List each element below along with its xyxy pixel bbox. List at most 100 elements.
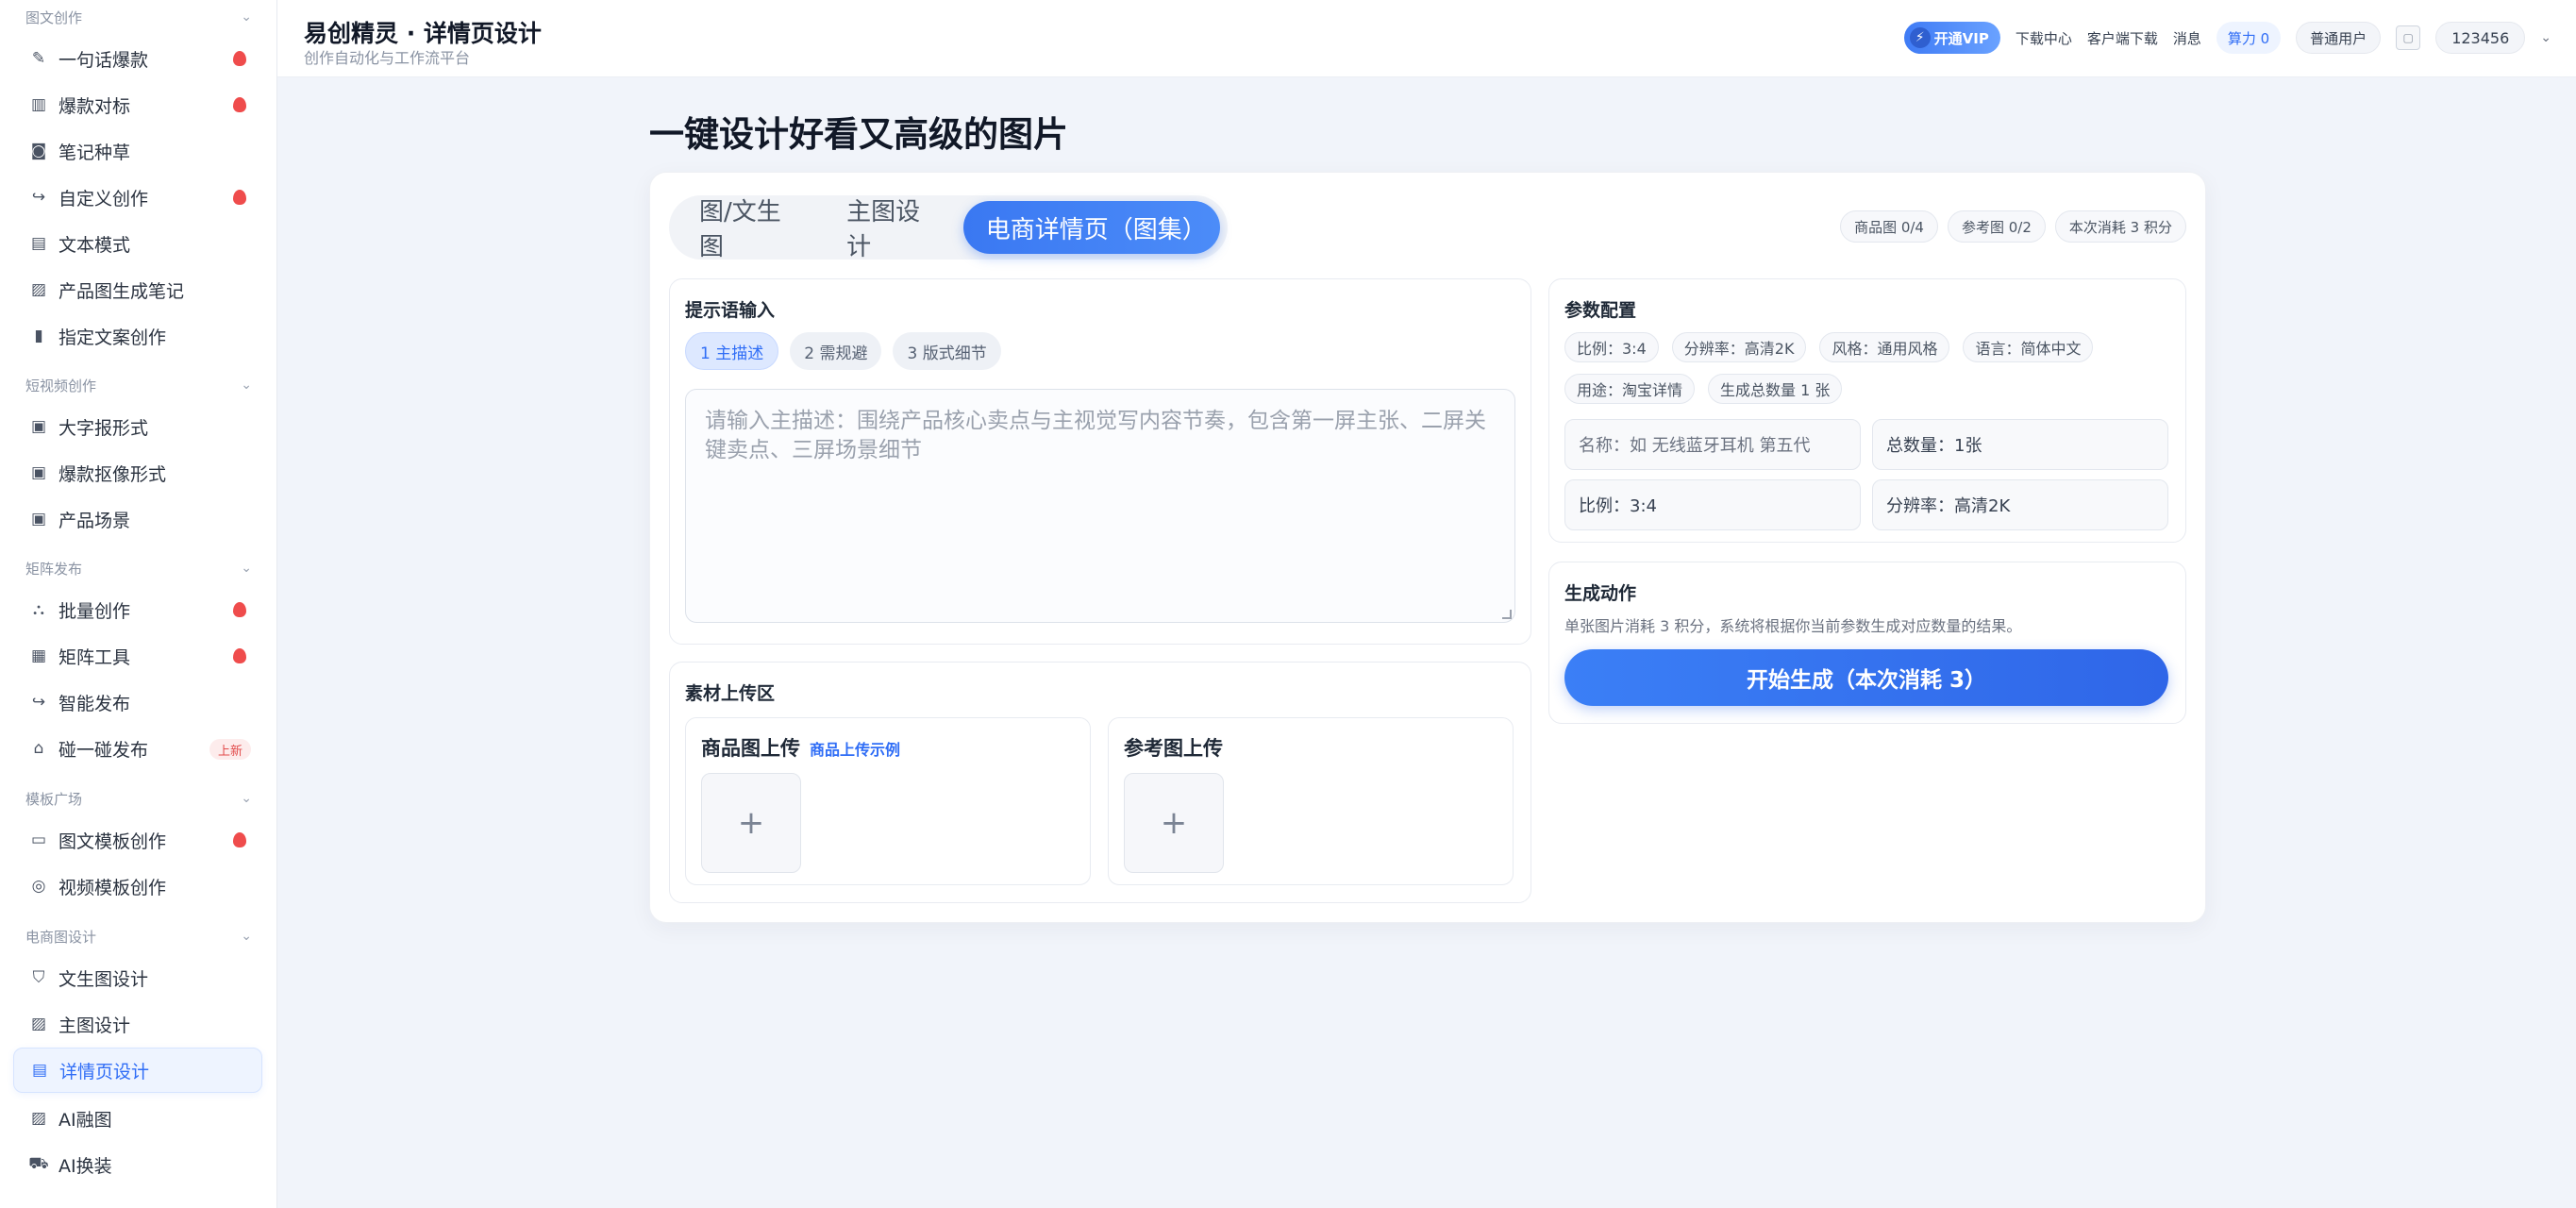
params-title: 参数配置 (1564, 300, 1637, 321)
sidebar-item-matrix-tools[interactable]: ▦ 矩阵工具 (13, 633, 262, 679)
sidebar-item-label: 主图设计 (59, 1015, 131, 1036)
calendar-icon: ▣ (30, 417, 47, 436)
param-chip-ratio[interactable]: 比例：3:4 (1564, 332, 1659, 362)
ratio-select[interactable]: 比例：3:4 (1564, 479, 1861, 530)
calendar-icon: ▣ (30, 463, 47, 482)
sidebar-item-label: 碰一碰发布 (59, 739, 149, 761)
section-title: 模板广场 (25, 790, 83, 808)
sidebar-item-copywriting[interactable]: ▮ 指定文案创作 (13, 313, 262, 359)
param-chip-resolution[interactable]: 分辨率：高清2K (1671, 332, 1807, 362)
bar-chart-icon: ▥ (30, 95, 47, 114)
pencil-icon: ✎ (31, 49, 46, 68)
sidebar-item-tap-publish[interactable]: ⌂ 碰一碰发布 上新 (13, 726, 262, 771)
param-chip-style[interactable]: 风格：通用风格 (1819, 332, 1950, 362)
start-generate-button[interactable]: 开始生成（本次消耗 3） (1564, 649, 2168, 706)
section-title: 图文创作 (25, 8, 83, 26)
sidebar-item-smart-publish[interactable]: ↪ 智能发布 (13, 680, 262, 725)
sidebar-item-cutout[interactable]: ▣ 爆款抠像形式 (13, 450, 262, 495)
picture-icon: ▨ (30, 1015, 47, 1033)
sidebar-item-notes[interactable]: ◙ 笔记种草 (13, 128, 262, 174)
param-chip-usage[interactable]: 用途：淘宝详情 (1564, 374, 1696, 404)
new-badge: 上新 (209, 739, 251, 760)
param-chip-total[interactable]: 生成总数量 1 张 (1708, 374, 1843, 404)
sidebar-item-label: 文生图设计 (59, 968, 149, 990)
client-download-link[interactable]: 客户端下载 (2087, 28, 2158, 48)
resolution-select[interactable]: 分辨率：高清2K (1872, 479, 2168, 530)
design-card: 图/文生图 主图设计 电商详情页（图集） 商品图 0/4 参考图 0/2 本次消… (649, 172, 2206, 923)
hot-icon (230, 600, 249, 619)
sidebar-item-label: 爆款抠像形式 (59, 463, 167, 485)
tab-text-image[interactable]: 图/文生图 (677, 198, 824, 261)
sidebar-item-one-sentence[interactable]: ✎ 一句话爆款 (13, 36, 262, 81)
lightning-icon: ⚡ (1909, 27, 1931, 48)
download-center-link[interactable]: 下载中心 (2016, 28, 2072, 48)
product-upload-example-link[interactable]: 商品上传示例 (810, 737, 900, 760)
step-avoid[interactable]: 2 需规避 (790, 332, 882, 370)
sidebar-item-ai-blend[interactable]: ▨ AI融图 (13, 1096, 262, 1141)
sidebar-section-short-video[interactable]: 短视频创作 ⌄ (25, 372, 252, 398)
sidebar-item-ai-outfit[interactable]: ⛟ AI换装 (13, 1142, 262, 1187)
sidebar-item-text-mode[interactable]: ▤ 文本模式 (13, 221, 262, 266)
cart-icon: ⛟ (28, 1154, 49, 1173)
sidebar-section-templates[interactable]: 模板广场 ⌄ (25, 785, 252, 812)
sidebar-item-main-image[interactable]: ▨ 主图设计 (13, 1001, 262, 1047)
power-badge[interactable]: 算力 0 (2216, 22, 2282, 54)
param-chip-language[interactable]: 语言：简体中文 (1963, 332, 2094, 362)
sidebar-item-label: 自定义创作 (59, 188, 149, 210)
tab-detail-page[interactable]: 电商详情页（图集） (962, 201, 1220, 254)
avatar[interactable]: ▢ (2396, 25, 2421, 50)
page-title: 易创精灵 · 详情页设计 (304, 20, 542, 47)
sidebar-item-text-to-image[interactable]: ⛉ 文生图设计 (13, 955, 262, 1000)
sidebar-section-graphic[interactable]: 图文创作 ⌄ (25, 4, 252, 30)
generate-description: 单张图片消耗 3 积分，系统将根据你当前参数生成对应数量的结果。 (1564, 617, 2022, 635)
sidebar-item-big-poster[interactable]: ▣ 大字报形式 (13, 404, 262, 449)
chevron-down-icon: ⌄ (241, 561, 252, 576)
reference-upload-title: 参考图上传 (1124, 733, 1223, 762)
params-panel: 参数配置 比例：3:4 分辨率：高清2K 风格：通用风格 语言：简体中文 用途：… (1548, 278, 2186, 543)
messages-link[interactable]: 消息 (2173, 28, 2201, 48)
step-layout[interactable]: 3 版式细节 (893, 332, 1001, 370)
chevron-down-icon: ⌄ (241, 929, 252, 944)
chevron-down-icon[interactable]: ⌄ (2540, 30, 2551, 45)
sidebar-section-ecommerce[interactable]: 电商图设计 ⌄ (25, 923, 252, 949)
prompt-textarea[interactable]: 请输入主描述：围绕产品核心卖点与主视觉写内容节奏，包含第一屏主张、二屏关键卖点、… (685, 389, 1515, 623)
video-template-icon: ◎ (31, 877, 46, 896)
reference-upload-button[interactable]: + (1124, 773, 1224, 873)
sidebar-item-label: 一句话爆款 (59, 49, 149, 71)
prompt-panel: 提示语输入 1 主描述 2 需规避 3 版式细节 请输入主描述：围绕产品核心卖点… (669, 278, 1531, 645)
sidebar-item-label: 批量创作 (59, 600, 131, 622)
name-field[interactable]: 名称：如 无线蓝牙耳机 第五代 (1564, 419, 1861, 470)
upload-panel: 素材上传区 商品图上传 商品上传示例 + 参考图上传 + (669, 662, 1531, 903)
hot-icon (230, 49, 249, 68)
sidebar-item-label: 大字报形式 (59, 417, 149, 439)
section-title: 电商图设计 (25, 928, 97, 946)
sidebar-item-product-notes[interactable]: ▨ 产品图生成笔记 (13, 267, 262, 312)
sidebar-item-product-scene[interactable]: ▣ 产品场景 (13, 496, 262, 542)
generate-title: 生成动作 (1564, 583, 1637, 604)
main-heading: 一键设计好看又高级的图片 (649, 114, 1068, 155)
sidebar-item-benchmark[interactable]: ▥ 爆款对标 (13, 82, 262, 127)
sidebar-section-matrix[interactable]: 矩阵发布 ⌄ (25, 555, 252, 581)
sidebar-item-label: 图文模板创作 (59, 830, 167, 852)
tab-main-image[interactable]: 主图设计 (824, 198, 963, 261)
vip-button[interactable]: ⚡ 开通VIP (1903, 22, 2000, 54)
image-icon: ▨ (30, 280, 47, 299)
resize-handle-icon[interactable] (1502, 610, 1512, 619)
step-main-desc[interactable]: 1 主描述 (685, 332, 779, 370)
sidebar-item-detail-page[interactable]: ▤ 详情页设计 (13, 1048, 262, 1093)
sidebar-item-graphic-template[interactable]: ▭ 图文模板创作 (13, 817, 262, 863)
chevron-down-icon: ⌄ (241, 378, 252, 393)
usage-counts: 商品图 0/4 参考图 0/2 本次消耗 3 积分 (1840, 210, 2186, 243)
sidebar-item-label: AI融图 (59, 1109, 112, 1131)
sidebar-item-video-template[interactable]: ◎ 视频模板创作 (13, 864, 262, 909)
reference-upload-card: 参考图上传 + (1108, 717, 1514, 885)
sidebar-item-label: 笔记种草 (59, 142, 131, 163)
brush-icon: ⛉ (32, 968, 45, 987)
username-button[interactable]: 123456 (2435, 22, 2526, 54)
product-upload-button[interactable]: + (701, 773, 801, 873)
template-icon: ▭ (30, 830, 47, 849)
sidebar-item-custom[interactable]: ↪ 自定义创作 (13, 175, 262, 220)
home-icon: ⌂ (33, 739, 44, 758)
sidebar-item-batch[interactable]: ⛬ 批量创作 (13, 587, 262, 632)
total-quantity-field[interactable]: 总数量：1张 (1872, 419, 2168, 470)
